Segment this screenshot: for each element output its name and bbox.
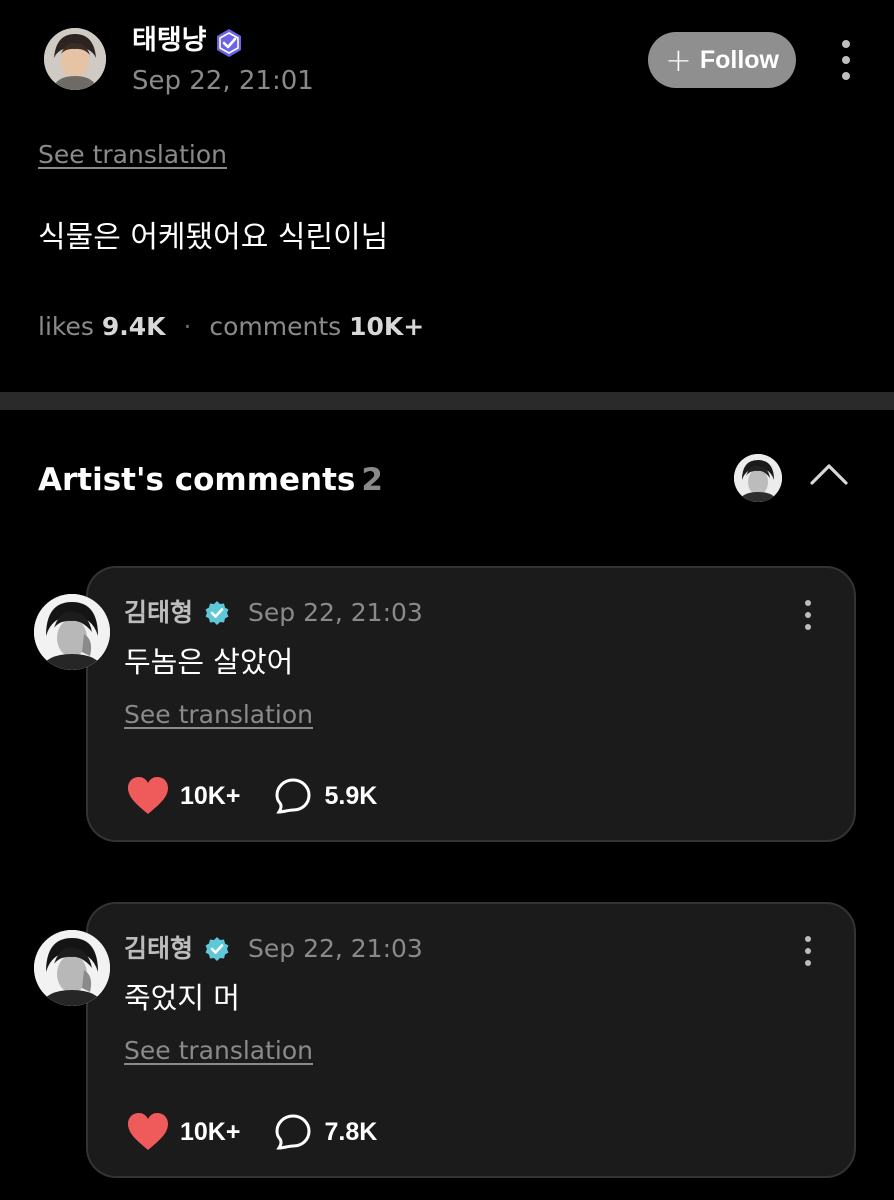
comment-actions: 10K+ 7.8K <box>126 1112 377 1152</box>
see-translation-link[interactable]: See translation <box>124 1036 313 1065</box>
section-divider <box>0 392 894 410</box>
kebab-dot <box>805 960 811 966</box>
follow-button[interactable]: + Follow <box>648 32 796 88</box>
likes-label: likes <box>38 312 94 341</box>
kebab-dot <box>842 56 850 64</box>
comments-label[interactable]: comments <box>209 312 341 341</box>
comment-author-avatar[interactable] <box>34 930 110 1006</box>
heart-icon[interactable] <box>126 1112 170 1152</box>
more-vertical-icon[interactable] <box>836 40 856 80</box>
kebab-dot <box>842 40 850 48</box>
artist-comments-count: 2 <box>361 462 383 498</box>
comment-timestamp: Sep 22, 21:03 <box>248 934 423 963</box>
artist-comment-card: 김태형 Sep 22, 21:03 두놈은 살았어 See translatio… <box>86 566 856 842</box>
comment-author-name[interactable]: 김태형 <box>124 596 193 630</box>
reply-count: 5.9K <box>324 781 378 810</box>
comment-timestamp: Sep 22, 21:03 <box>248 598 423 627</box>
kebab-dot <box>805 948 811 954</box>
comment-author-name[interactable]: 김태형 <box>124 932 193 966</box>
comment-author-avatar-image <box>34 594 110 670</box>
follow-label: Follow <box>699 45 779 74</box>
speech-bubble-icon[interactable] <box>274 1113 312 1151</box>
comments-count[interactable]: 10K+ <box>349 312 424 341</box>
speech-bubble-icon[interactable] <box>274 777 312 815</box>
artist-avatar-image <box>734 454 782 502</box>
post-header: 태탱냥 Sep 22, 21:01 + Follow <box>0 0 894 120</box>
like-count: 10K+ <box>180 781 241 810</box>
post-body-text: 식물은 어케됐어요 식린이님 <box>38 220 389 255</box>
kebab-dot <box>805 612 811 618</box>
heart-icon[interactable] <box>126 776 170 816</box>
artist-avatar[interactable] <box>734 454 782 502</box>
artist-comments-title: Artist's comments 2 <box>38 460 383 500</box>
more-vertical-icon[interactable] <box>800 936 816 966</box>
like-count: 10K+ <box>180 1117 241 1146</box>
chevron-up-icon[interactable] <box>810 462 848 486</box>
author-avatar-image <box>44 28 106 90</box>
more-vertical-icon[interactable] <box>800 600 816 630</box>
kebab-dot <box>805 624 811 630</box>
see-translation-link[interactable]: See translation <box>38 140 227 169</box>
kebab-dot <box>805 600 811 606</box>
post-timestamp: Sep 22, 21:01 <box>132 66 314 96</box>
verified-badge-icon <box>217 29 241 57</box>
separator-dot: · <box>183 312 192 341</box>
kebab-dot <box>842 72 850 80</box>
comment-body-text: 두놈은 살았어 <box>124 645 294 679</box>
plus-icon: + <box>665 41 692 79</box>
comment-author-avatar-image <box>34 930 110 1006</box>
see-translation-link[interactable]: See translation <box>124 700 313 729</box>
reply-count: 7.8K <box>324 1117 378 1146</box>
comment-body-text: 죽었지 머 <box>124 981 240 1015</box>
likes-count: 9.4K <box>101 312 166 341</box>
post-stats: likes 9.4K · comments 10K+ <box>38 310 424 344</box>
author-avatar[interactable] <box>44 28 106 90</box>
verified-badge-icon <box>205 937 229 961</box>
comment-author-avatar[interactable] <box>34 594 110 670</box>
kebab-dot <box>805 936 811 942</box>
artist-comments-label: Artist's comments <box>38 462 356 498</box>
author-name[interactable]: 태탱냥 <box>132 24 207 58</box>
verified-badge-icon <box>205 601 229 625</box>
artist-comment-card: 김태형 Sep 22, 21:03 죽었지 머 See translation … <box>86 902 856 1178</box>
comment-actions: 10K+ 5.9K <box>126 776 377 816</box>
